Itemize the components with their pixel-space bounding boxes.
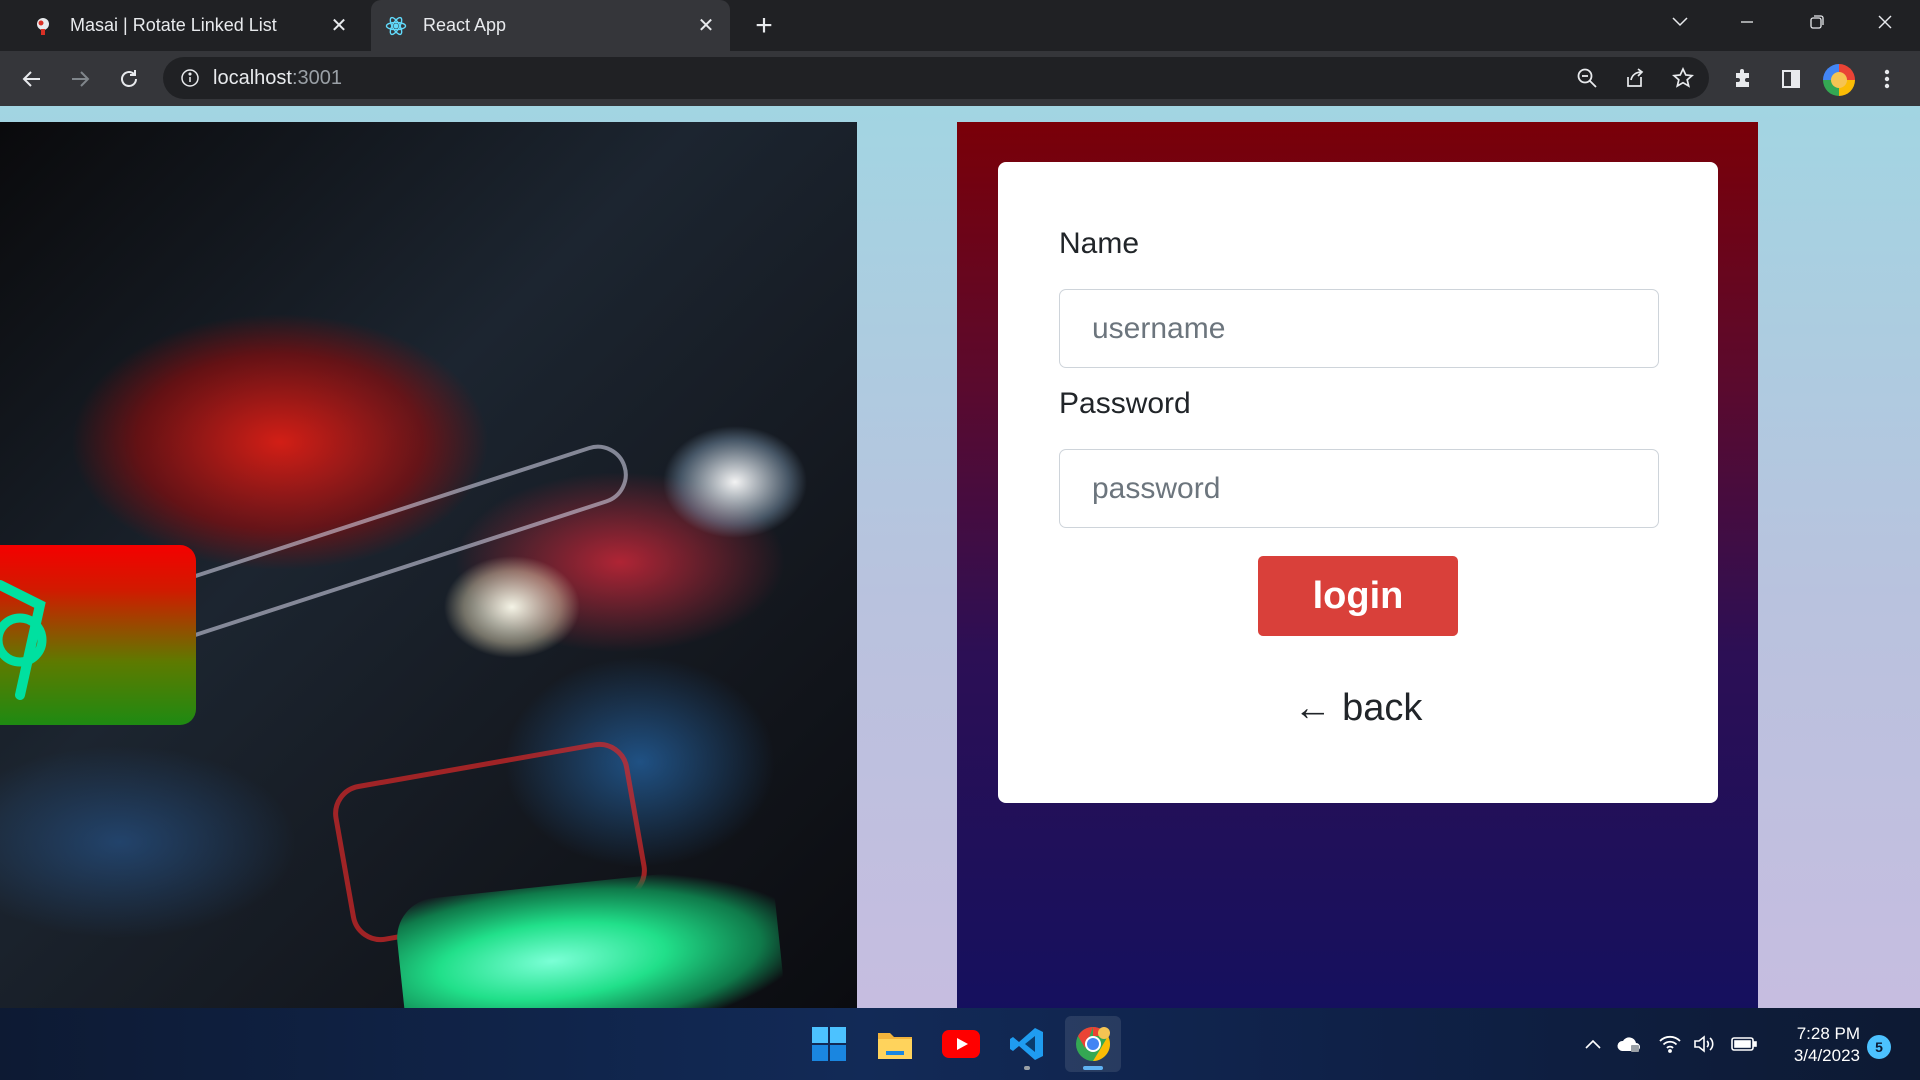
new-tab-button[interactable]: + xyxy=(748,9,780,42)
pinball-hero-image xyxy=(0,122,857,1008)
reload-icon[interactable] xyxy=(111,61,147,97)
chrome-icon[interactable] xyxy=(1065,1016,1121,1072)
close-tab-icon[interactable]: ✕ xyxy=(692,12,720,40)
page-viewport: Name Password login ← back xyxy=(0,106,1920,1008)
clock-time: 7:28 PM xyxy=(1796,1024,1860,1043)
tab-react-app[interactable]: React App ✕ xyxy=(371,0,730,51)
youtube-icon[interactable] xyxy=(933,1016,989,1072)
url-port: :3001 xyxy=(291,66,342,89)
wifi-icon[interactable] xyxy=(1656,1030,1684,1058)
vs-code-icon[interactable] xyxy=(999,1016,1055,1072)
masai-favicon-icon xyxy=(32,15,54,37)
share-icon[interactable] xyxy=(1618,61,1652,95)
windows-taskbar: 7:28 PM 3/4/2023 5 xyxy=(0,1008,1920,1080)
battery-icon[interactable] xyxy=(1730,1030,1758,1058)
extensions-puzzle-icon[interactable] xyxy=(1727,63,1759,95)
react-favicon-icon xyxy=(385,15,407,37)
login-button[interactable]: login xyxy=(1258,556,1458,636)
login-panel: Name Password login ← back xyxy=(957,122,1758,1008)
site-info-icon[interactable] xyxy=(179,67,201,89)
minimize-icon[interactable] xyxy=(1712,0,1782,44)
system-clock[interactable]: 7:28 PM 3/4/2023 xyxy=(1770,1023,1860,1067)
back-arrow-icon[interactable] xyxy=(14,61,50,97)
password-input[interactable] xyxy=(1059,449,1659,528)
chevron-up-icon[interactable] xyxy=(1579,1030,1607,1058)
login-card: Name Password login ← back xyxy=(998,162,1718,803)
password-label: Password xyxy=(1059,387,1191,420)
tab-title: Masai | Rotate Linked List xyxy=(70,15,277,35)
address-bar[interactable]: localhost:3001 xyxy=(163,57,1709,99)
notification-badge[interactable]: 5 xyxy=(1867,1035,1891,1059)
browser-toolbar: localhost:3001 xyxy=(0,51,1920,106)
kebab-menu-icon[interactable] xyxy=(1871,63,1903,95)
active-indicator xyxy=(1083,1066,1103,1070)
tab-strip: Masai | Rotate Linked List ✕ React App ✕… xyxy=(0,0,1920,51)
profile-avatar[interactable] xyxy=(1823,64,1855,96)
close-window-icon[interactable] xyxy=(1850,0,1920,44)
volume-icon[interactable] xyxy=(1690,1030,1718,1058)
restore-icon[interactable] xyxy=(1782,0,1852,44)
windows-start-icon[interactable] xyxy=(801,1016,857,1072)
clock-date: 3/4/2023 xyxy=(1793,1046,1860,1065)
logo-badge xyxy=(0,545,196,725)
running-indicator xyxy=(1024,1066,1030,1070)
onedrive-cloud-icon[interactable] xyxy=(1615,1030,1643,1058)
side-panel-icon[interactable] xyxy=(1775,63,1807,95)
tab-search-icon[interactable] xyxy=(1645,0,1715,44)
name-label: Name xyxy=(1059,227,1140,260)
bookmark-star-icon[interactable] xyxy=(1666,61,1700,95)
forward-arrow-icon[interactable] xyxy=(62,61,98,97)
url-host: localhost xyxy=(213,66,292,89)
file-explorer-icon[interactable] xyxy=(867,1016,923,1072)
username-input[interactable] xyxy=(1059,289,1659,368)
close-tab-icon[interactable]: ✕ xyxy=(325,12,353,40)
tab-title: React App xyxy=(423,15,507,35)
zoom-icon[interactable] xyxy=(1570,61,1604,95)
back-link[interactable]: ← back xyxy=(998,687,1718,730)
tab-masai[interactable]: Masai | Rotate Linked List ✕ xyxy=(18,0,363,51)
